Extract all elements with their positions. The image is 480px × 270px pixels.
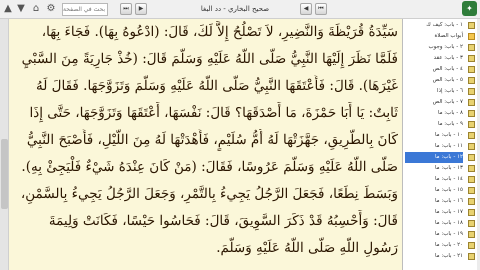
tree-item[interactable]: ٢٠ - باب: ما: [403, 240, 480, 251]
tree-item[interactable]: ١٦ - باب: ما: [403, 196, 480, 207]
book-icon: [468, 231, 475, 238]
book-icon: [468, 22, 475, 29]
book-icon: [468, 165, 475, 172]
tree-item[interactable]: ١٧ - باب: ما: [403, 207, 480, 218]
book-icon: [468, 220, 475, 227]
book-icon: [468, 88, 475, 95]
text-line: سَيِّدَةُ قُرَيْظَةَ وَالنَّضِيرِ، لاَ ت…: [41, 24, 398, 40]
tree-item-label: ٢ - باب: وجوب: [428, 44, 463, 50]
book-icon: [468, 99, 475, 106]
tree-item-label: ٣ - باب: عقد: [433, 55, 463, 61]
toolbar: ▲ ▼ ⌂ ⚙ بحث في الصفحة ⏭ ▶ صحيح البخاري -…: [0, 0, 480, 19]
tree-item[interactable]: ٩ - باب: ما: [403, 119, 480, 130]
book-icon: [468, 77, 475, 84]
tree-item[interactable]: ١٤ - باب: ما: [403, 174, 480, 185]
tree-item[interactable]: ١٨ - باب: ما: [403, 218, 480, 229]
tree-item-label: ١٧ - باب: ما: [434, 209, 463, 215]
chapter-tree: ١ - باب: كيف ك أبواب الصلاة ٢ - باب: وجو…: [402, 19, 480, 270]
tree-item-label: ٩ - باب: ما: [437, 121, 463, 127]
tree-item[interactable]: ١٣ - باب: ما: [403, 163, 480, 174]
tree-item[interactable]: ٥ - باب: الص: [403, 75, 480, 86]
tree-item-label: ٢١ - باب: ما: [434, 253, 463, 259]
book-icon: [468, 44, 475, 51]
tree-item-label: ١١ - باب: ما: [434, 143, 463, 149]
chapter-title: صحيح البخاري - دد البغا: [200, 5, 270, 13]
tree-item[interactable]: ١٠ - باب: ما: [403, 130, 480, 141]
tree-item-label: ١٩ - باب: ما: [434, 231, 463, 237]
tree-item[interactable]: ٣ - باب: عقد: [403, 53, 480, 64]
text-line: قَالَ: وَأَحْسِبُهُ قَدْ ذَكَرَ السَّوِي…: [48, 213, 398, 229]
text-line: صَلَّى اللَّهُ عَلَيْهِ وَسَلَّمَ عَرُوس…: [21, 159, 398, 175]
page-search-input[interactable]: بحث في الصفحة: [62, 3, 108, 16]
text-line: فَلَمَّا نَظَرَ إِلَيْهَا النَّبِيُّ صَل…: [21, 51, 398, 67]
reader-scrollbar[interactable]: [0, 19, 9, 270]
tree-item-label: ١٠ - باب: ما: [434, 132, 463, 138]
book-icon: [468, 121, 475, 128]
book-icon: [468, 110, 475, 117]
text-line: وَبَسَطَ نِطَعًا، فَجَعَلَ الرَّجُلُ يَج…: [20, 186, 398, 202]
tree-item[interactable]: ٢ - باب: وجوب: [403, 42, 480, 53]
tree-item[interactable]: ٦ - باب: إذا: [403, 86, 480, 97]
tree-item-label: ١٤ - باب: ما: [434, 176, 463, 182]
tree-item-label: ٢٠ - باب: ما: [434, 242, 463, 248]
tree-item[interactable]: ١١ - باب: ما: [403, 141, 480, 152]
first-page-button[interactable]: ⏮: [315, 3, 327, 15]
tree-item[interactable]: ٨ - باب: ما: [403, 108, 480, 119]
tree-item-label: ١٣ - باب: ما: [434, 165, 463, 171]
tree-item-label: أبواب الصلاة: [434, 33, 464, 39]
arrow-up-icon[interactable]: ▲: [2, 3, 14, 15]
tree-item[interactable]: ٢١ - باب: ما: [403, 251, 480, 262]
book-icon: [468, 253, 475, 260]
tree-item-label: ٤ - باب: الص: [432, 66, 463, 72]
scrollbar-thumb[interactable]: [1, 139, 8, 209]
text-line: كَانَ بِالطَّرِيقِ، جَهَّزَتْهَا لَهُ أُ…: [26, 132, 398, 148]
book-icon: [468, 154, 475, 161]
tree-item-label: ٨ - باب: ما: [437, 110, 463, 116]
tree-item-label: ٥ - باب: الص: [432, 77, 463, 83]
book-icon: [468, 209, 475, 216]
home-icon[interactable]: ⌂: [30, 3, 42, 15]
tree-item-label: ١٨ - باب: ما: [434, 220, 463, 226]
folder-icon: [468, 33, 475, 40]
tree-item[interactable]: ١٥ - باب: ما: [403, 185, 480, 196]
tree-item-label: ٧ - باب: الص: [432, 99, 463, 105]
book-icon: [468, 55, 475, 62]
tree-item-label: ١٥ - باب: ما: [434, 187, 463, 193]
reader-pane[interactable]: سَيِّدَةُ قُرَيْظَةَ وَالنَّضِيرِ، لاَ ت…: [0, 19, 402, 270]
tree-folder[interactable]: أبواب الصلاة: [403, 31, 480, 42]
book-icon: [468, 242, 475, 249]
book-icon: [468, 66, 475, 73]
tree-item[interactable]: ١ - باب: كيف ك: [403, 20, 480, 31]
book-icon: [468, 187, 475, 194]
settings-icon[interactable]: ⚙: [45, 3, 57, 15]
text-line: رَسُولِ اللَّهِ صَلَّى اللَّهُ عَلَيْهِ …: [216, 240, 398, 256]
arrow-down-icon[interactable]: ▼: [15, 3, 27, 15]
book-icon: [468, 132, 475, 139]
tree-item[interactable]: ١٩ - باب: ما: [403, 229, 480, 240]
tree-item-label: ١ - باب: كيف ك: [426, 22, 463, 28]
last-page-button[interactable]: ⏭: [120, 3, 132, 15]
book-icon: [468, 198, 475, 205]
tree-item[interactable]: ٤ - باب: الص: [403, 64, 480, 75]
tree-item-label: ٦ - باب: إذا: [437, 88, 463, 94]
text-line: غَيْرَهَا). قَالَ: فَأَعْتَقَهَا النَّبِ…: [36, 78, 398, 94]
tree-item-label: ١٢ - باب: ما: [405, 152, 463, 163]
previous-page-button[interactable]: ◀: [300, 3, 312, 15]
app-logo-icon: ✦: [462, 1, 477, 16]
book-icon: [468, 143, 475, 150]
book-icon: [468, 176, 475, 183]
next-page-button[interactable]: ▶: [135, 3, 147, 15]
tree-item-label: ١٦ - باب: ما: [434, 198, 463, 204]
tree-item[interactable]: ٧ - باب: الص: [403, 97, 480, 108]
tree-item-selected[interactable]: ١٢ - باب: ما: [403, 152, 480, 163]
text-line: ثَابِتٌ: يَا أَبَا حَمْزَةَ، مَا أَصْدَق…: [29, 105, 398, 121]
